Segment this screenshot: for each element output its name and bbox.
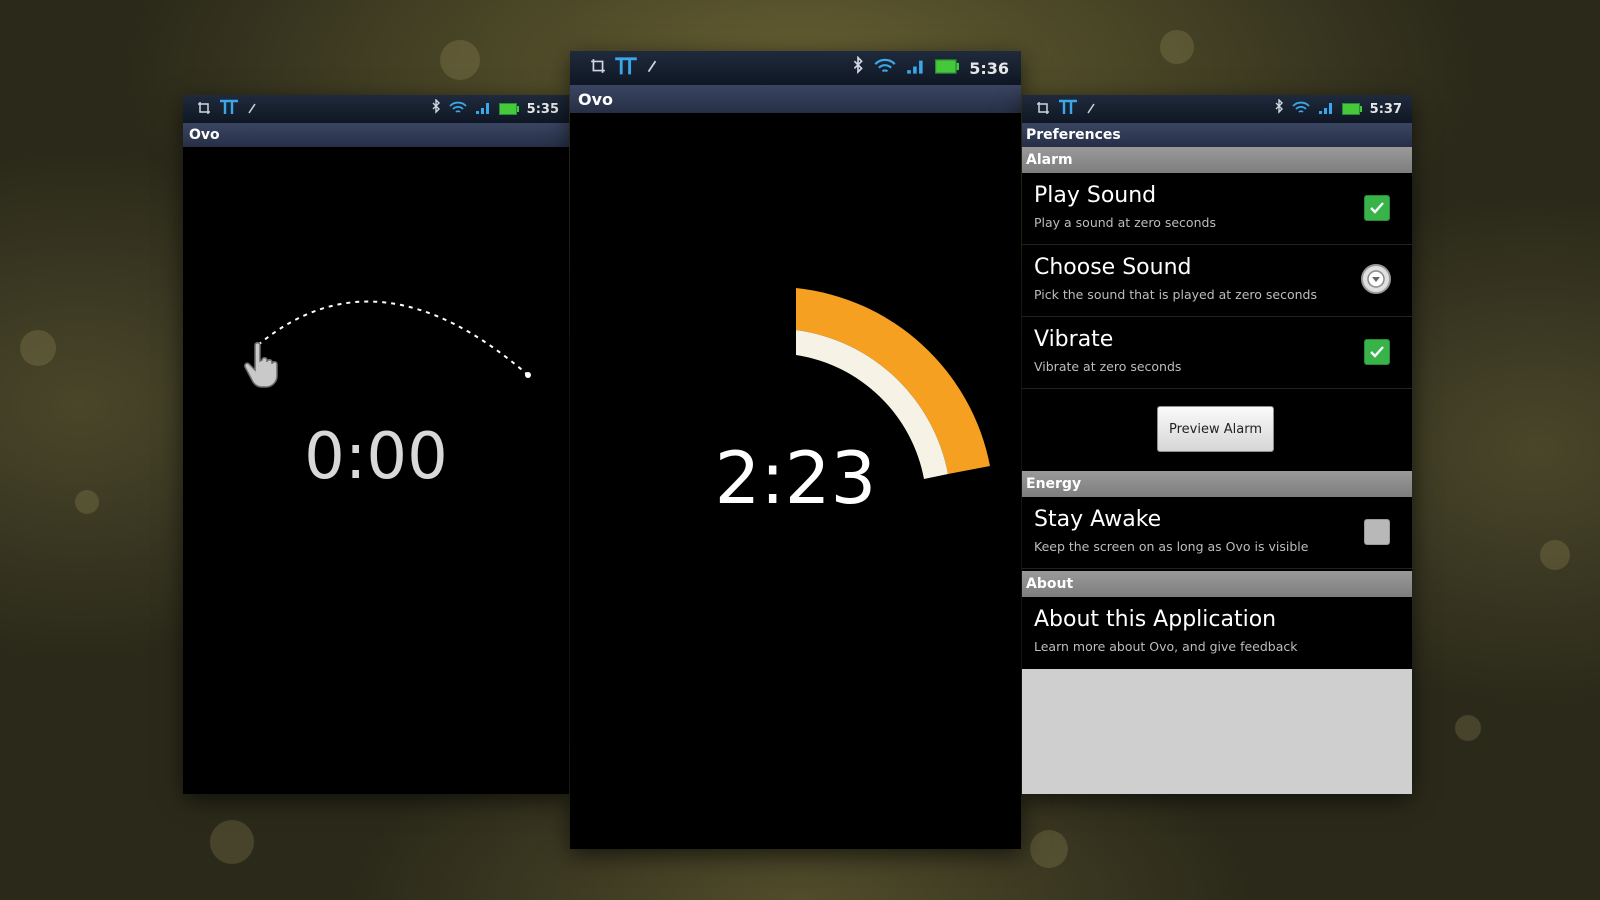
bokeh-light — [1030, 830, 1068, 868]
pen-icon — [1086, 100, 1096, 119]
bokeh-light — [1455, 715, 1481, 741]
wifi-icon — [1292, 100, 1310, 119]
vibrate-checkbox[interactable] — [1364, 339, 1390, 365]
pref-title: About this Application — [1034, 607, 1277, 632]
pref-summary: Pick the sound that is played at zero se… — [1034, 287, 1317, 302]
wifi-icon — [874, 58, 896, 79]
empty-list-area — [1022, 669, 1412, 794]
pref-choose-sound[interactable]: Choose Sound Pick the sound that is play… — [1022, 245, 1412, 317]
bluetooth-icon — [1274, 98, 1284, 119]
bokeh-light — [75, 490, 99, 514]
category-alarm: Alarm — [1022, 147, 1412, 173]
status-time: 5:36 — [969, 58, 1009, 78]
timer-display: 0:00 — [304, 420, 448, 494]
app-title-bar: Ovo — [570, 85, 1021, 113]
status-bar: 5:36 — [570, 51, 1021, 85]
battery-icon — [498, 100, 519, 119]
pen-icon — [646, 59, 658, 78]
check-icon — [1370, 202, 1384, 214]
category-about: About — [1022, 571, 1412, 597]
bokeh-light — [20, 330, 56, 366]
dropdown-circle-icon[interactable] — [1360, 263, 1392, 299]
pref-about-app[interactable]: About this Application Learn more about … — [1022, 597, 1412, 668]
pref-title: Vibrate — [1034, 327, 1114, 352]
bokeh-light — [440, 40, 480, 80]
bokeh-light — [210, 820, 254, 864]
t-mobile-icon — [614, 56, 638, 80]
app-title-bar: Ovo — [183, 123, 569, 147]
status-time: 5:35 — [526, 101, 559, 117]
status-time: 5:37 — [1369, 101, 1402, 117]
pref-play-sound[interactable]: Play Sound Play a sound at zero seconds — [1022, 173, 1412, 245]
pref-title: Play Sound — [1034, 183, 1157, 208]
pen-icon — [247, 100, 257, 119]
battery-icon — [935, 58, 960, 78]
status-bar: 5:37 — [1022, 95, 1412, 123]
battery-icon — [1341, 100, 1362, 119]
left-phone-screen: 5:35 Ovo 0:00 — [183, 95, 569, 794]
crop-icon — [197, 100, 211, 119]
crop-icon — [590, 58, 606, 78]
bokeh-light — [1160, 30, 1194, 64]
pref-summary: Play a sound at zero seconds — [1034, 215, 1216, 230]
pref-summary: Vibrate at zero seconds — [1034, 359, 1182, 374]
hand-pointer-icon — [243, 341, 279, 393]
pref-stay-awake[interactable]: Stay Awake Keep the screen on as long as… — [1022, 497, 1412, 569]
stay-awake-checkbox[interactable] — [1364, 519, 1390, 545]
check-icon — [1370, 346, 1384, 358]
t-mobile-icon — [219, 99, 239, 119]
right-phone-screen: 5:37 Preferences Alarm Play Sound Play a… — [1022, 95, 1412, 794]
preview-alarm-button[interactable]: Preview Alarm — [1157, 406, 1274, 452]
category-energy: Energy — [1022, 471, 1412, 497]
app-title: Ovo — [189, 127, 220, 143]
pref-summary: Learn more about Ovo, and give feedback — [1034, 639, 1298, 654]
signal-icon — [906, 58, 925, 79]
signal-icon — [1318, 100, 1334, 119]
bokeh-light — [1540, 540, 1570, 570]
preferences-title: Preferences — [1026, 127, 1121, 143]
bluetooth-icon — [431, 98, 441, 119]
pref-vibrate[interactable]: Vibrate Vibrate at zero seconds — [1022, 317, 1412, 389]
center-phone-screen: 5:36 Ovo 2:23 — [570, 51, 1021, 849]
timer-display: 2:23 — [714, 436, 877, 520]
bluetooth-icon — [852, 55, 864, 80]
preferences-title-bar: Preferences — [1022, 123, 1412, 147]
play-sound-checkbox[interactable] — [1364, 195, 1390, 221]
status-bar: 5:35 — [183, 95, 569, 123]
crop-icon — [1036, 100, 1050, 119]
wifi-icon — [449, 100, 467, 119]
pref-title: Choose Sound — [1034, 255, 1192, 280]
pref-title: Stay Awake — [1034, 507, 1162, 532]
app-title: Ovo — [578, 89, 614, 109]
signal-icon — [475, 100, 491, 119]
t-mobile-icon — [1058, 99, 1078, 119]
pref-summary: Keep the screen on as long as Ovo is vis… — [1034, 539, 1309, 554]
